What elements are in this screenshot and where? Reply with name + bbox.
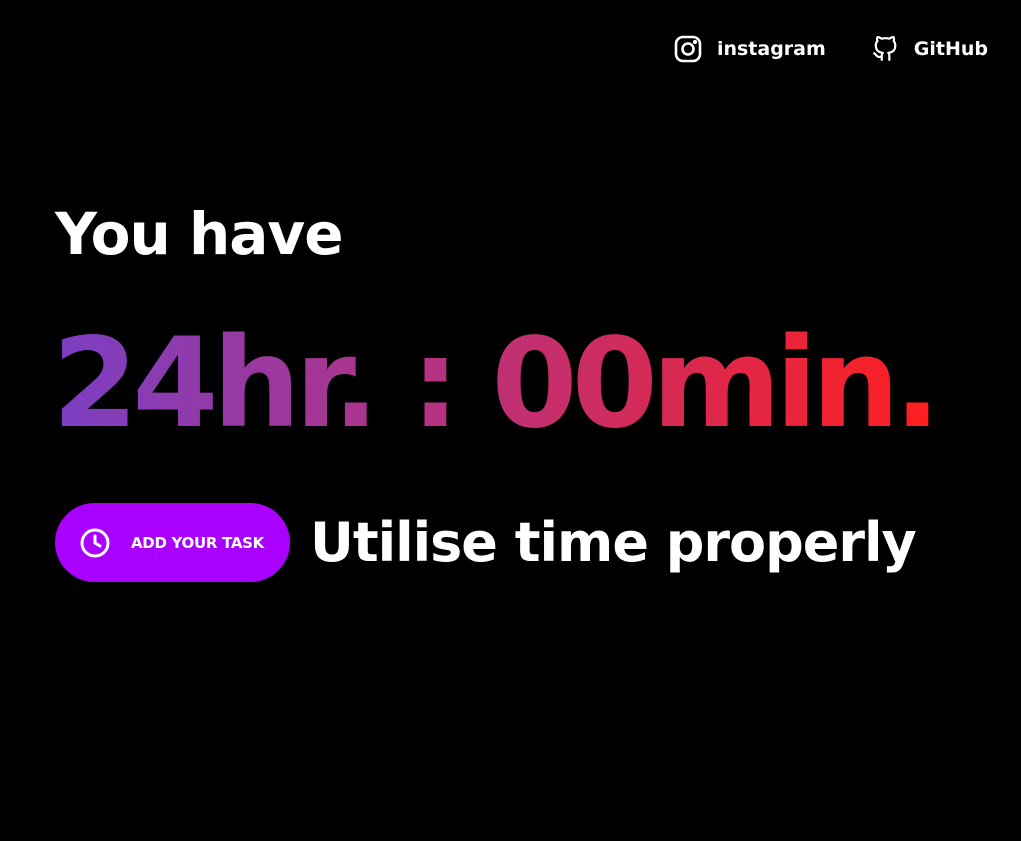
headline: You have [55, 200, 344, 268]
clock-icon [79, 527, 111, 559]
time-remaining: 24hr. : 00min. [52, 312, 941, 456]
instagram-label: instagram [716, 38, 826, 60]
add-task-button[interactable]: ADD YOUR TASK [55, 503, 290, 582]
tagline: Utilise time properly [309, 511, 917, 574]
github-label: GitHub [913, 38, 988, 60]
instagram-link[interactable]: instagram [673, 34, 826, 64]
github-link[interactable]: GitHub [870, 34, 988, 64]
add-task-label: ADD YOUR TASK [131, 533, 264, 552]
cta-row: ADD YOUR TASK Utilise time properly [55, 503, 917, 582]
page: instagram GitHub You have 24hr. : 00min.… [0, 0, 1021, 841]
github-icon [870, 34, 900, 64]
top-nav: instagram GitHub [673, 34, 988, 64]
instagram-icon [673, 34, 703, 64]
